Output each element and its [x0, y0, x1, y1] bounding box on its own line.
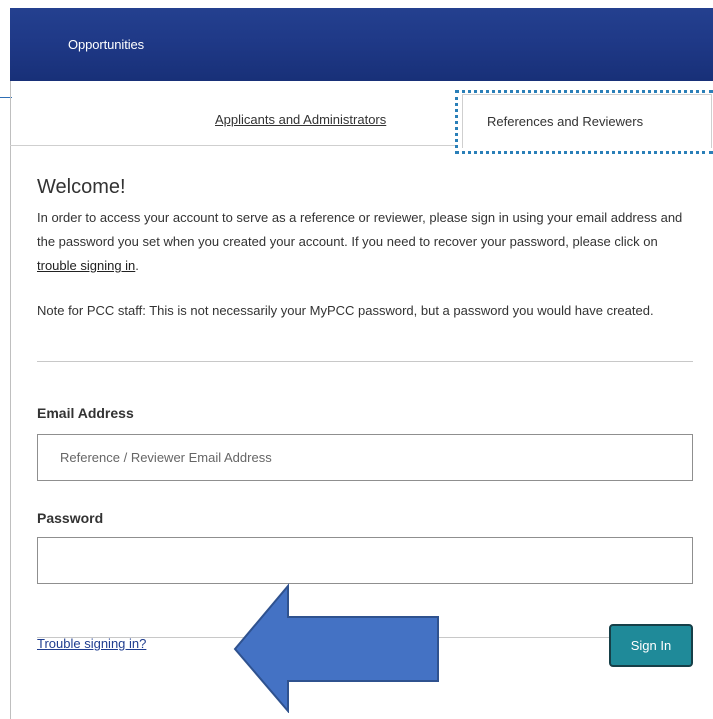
- tab-applicants-and-administrators[interactable]: Applicants and Administrators: [215, 112, 386, 127]
- divider: [37, 361, 693, 362]
- intro-paragraph: In order to access your account to serve…: [37, 206, 697, 278]
- email-label: Email Address: [37, 405, 134, 421]
- sign-in-button[interactable]: Sign In: [609, 624, 693, 667]
- email-field[interactable]: [37, 434, 693, 481]
- welcome-heading: Welcome!: [37, 176, 126, 198]
- header-bar: Opportunities: [10, 8, 713, 81]
- tab-references-and-reviewers-label: References and Reviewers: [487, 114, 644, 129]
- trouble-signing-in-inline-link[interactable]: trouble signing in: [37, 258, 135, 273]
- tab-references-and-reviewers[interactable]: References and Reviewers: [462, 94, 712, 148]
- trouble-signing-in-link[interactable]: Trouble signing in?: [37, 636, 146, 651]
- pcc-staff-note: Note for PCC staff: This is not necessar…: [37, 303, 654, 318]
- tabs-divider: [10, 145, 455, 146]
- header-title[interactable]: Opportunities: [68, 37, 144, 52]
- password-label: Password: [37, 510, 104, 526]
- panel-left-border: [10, 81, 11, 719]
- intro-text: In order to access your account to serve…: [37, 210, 683, 249]
- password-field[interactable]: [37, 537, 693, 584]
- arrow-left-shape: [233, 583, 439, 713]
- login-page: Opportunities Applicants and Administrat…: [0, 0, 713, 719]
- intro-text-end: .: [135, 258, 139, 273]
- arrow-left-icon: [233, 583, 439, 713]
